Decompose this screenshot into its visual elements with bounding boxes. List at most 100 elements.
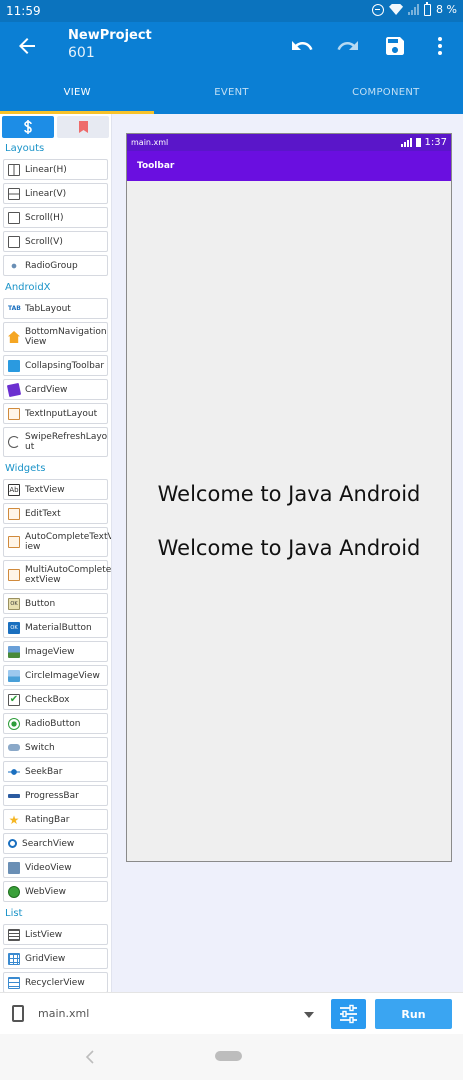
section-widgets: Widgets bbox=[5, 463, 46, 474]
preview-signal-icon bbox=[400, 138, 412, 147]
palette-item-autocompletetextview[interactable]: AutoCompleteTextV iew bbox=[3, 527, 111, 557]
layout-preview[interactable]: main.xml 1:37 Toolbar Welcome to Java An… bbox=[126, 133, 452, 862]
globe-icon bbox=[8, 885, 20, 898]
linear-horizontal-icon bbox=[8, 163, 20, 176]
palette-item-searchview[interactable]: SearchView bbox=[3, 833, 108, 854]
palette-item-swiperefreshlayout[interactable]: SwipeRefreshLayo ut bbox=[3, 427, 108, 457]
refresh-icon bbox=[8, 436, 20, 448]
editor-tabs: VIEW EVENT COMPONENT bbox=[0, 70, 463, 114]
dollar-icon bbox=[24, 120, 32, 134]
run-button[interactable]: Run bbox=[375, 999, 452, 1029]
palette-item-checkbox[interactable]: ✔ CheckBox bbox=[3, 689, 108, 710]
battery-percent: 8 % bbox=[436, 3, 457, 16]
system-nav-bar bbox=[0, 1034, 463, 1080]
palette-item-webview[interactable]: WebView bbox=[3, 881, 108, 902]
palette-item-tablayout[interactable]: TAB TabLayout bbox=[3, 298, 108, 319]
palette-item-circleimageview[interactable]: CircleImageView bbox=[3, 665, 108, 686]
dropdown-arrow-icon[interactable] bbox=[304, 1012, 314, 1018]
tab-layout-icon: TAB bbox=[8, 304, 21, 312]
preview-toolbar-title: Toolbar bbox=[137, 161, 175, 171]
battery-icon bbox=[424, 1, 432, 16]
project-id: 601 bbox=[68, 45, 95, 61]
more-options-icon[interactable] bbox=[428, 34, 452, 58]
palette-item-radiobutton[interactable]: RadioButton bbox=[3, 713, 108, 734]
palette-item-collapsingtoolbar[interactable]: CollapsingToolbar bbox=[3, 355, 108, 376]
preview-toolbar[interactable]: Toolbar bbox=[127, 151, 451, 181]
preview-textview-1[interactable]: Welcome to Java Android bbox=[127, 482, 451, 506]
tab-component[interactable]: COMPONENT bbox=[309, 70, 463, 114]
status-icons: 8 % bbox=[372, 1, 457, 16]
properties-button[interactable] bbox=[331, 999, 366, 1029]
section-androidx: AndroidX bbox=[5, 282, 51, 293]
file-selector[interactable]: main.xml bbox=[38, 1007, 89, 1020]
preview-clock: 1:37 bbox=[424, 137, 447, 148]
palette-tabs bbox=[0, 114, 111, 140]
material-button-icon: OK bbox=[8, 621, 20, 634]
app-bar: NewProject 601 bbox=[0, 22, 463, 70]
palette-item-cardview[interactable]: CardView bbox=[3, 379, 108, 400]
palette-item-videoview[interactable]: VideoView bbox=[3, 857, 108, 878]
palette-item-imageview[interactable]: ImageView bbox=[3, 641, 108, 662]
palette-item-progressbar[interactable]: ProgressBar bbox=[3, 785, 108, 806]
palette-item-seekbar[interactable]: SeekBar bbox=[3, 761, 108, 782]
palette-item-linear-h[interactable]: Linear(H) bbox=[3, 159, 108, 180]
undo-icon[interactable] bbox=[290, 34, 314, 58]
palette-item-listview[interactable]: ListView bbox=[3, 924, 108, 945]
list-icon bbox=[8, 928, 20, 941]
palette-item-button[interactable]: OK Button bbox=[3, 593, 108, 614]
redo-icon[interactable] bbox=[336, 34, 360, 58]
card-icon bbox=[6, 382, 22, 397]
palette-item-materialbutton[interactable]: OK MaterialButton bbox=[3, 617, 108, 638]
status-bar: 11:59 8 % bbox=[0, 0, 463, 22]
circle-image-icon bbox=[8, 669, 20, 682]
palette-tab-bookmarks[interactable] bbox=[57, 116, 109, 138]
radio-group-icon bbox=[8, 259, 20, 272]
palette-item-multiautocompletetextview[interactable]: MultiAutoCompleteT extView bbox=[3, 560, 111, 590]
radio-button-icon bbox=[8, 717, 20, 730]
project-name: NewProject bbox=[68, 28, 152, 43]
palette-item-textinputlayout[interactable]: TextInputLayout bbox=[3, 403, 108, 424]
palette-item-textview[interactable]: Ab TextView bbox=[3, 479, 108, 500]
star-icon: ★ bbox=[8, 812, 20, 827]
sliders-icon bbox=[340, 1004, 357, 1024]
preview-battery-icon bbox=[415, 138, 421, 147]
palette-item-radiogroup[interactable]: RadioGroup bbox=[3, 255, 108, 276]
palette-item-ratingbar[interactable]: ★ RatingBar bbox=[3, 809, 108, 830]
widget-palette: Layouts Linear(H) Linear(V) Scroll(H) Sc… bbox=[0, 114, 112, 992]
back-arrow-icon[interactable] bbox=[15, 34, 39, 58]
wifi-icon bbox=[389, 4, 404, 15]
tab-view[interactable]: VIEW bbox=[0, 70, 155, 114]
nav-home-pill[interactable] bbox=[215, 1051, 242, 1061]
video-icon bbox=[8, 861, 20, 874]
palette-item-bottomnavigation[interactable]: BottomNavigation View bbox=[3, 322, 108, 352]
home-icon bbox=[8, 331, 20, 343]
palette-item-gridview[interactable]: GridView bbox=[3, 948, 108, 969]
nav-back-icon[interactable] bbox=[85, 1050, 95, 1064]
tab-event[interactable]: EVENT bbox=[154, 70, 308, 114]
toolbar-icon bbox=[8, 359, 20, 372]
palette-item-recyclerview[interactable]: RecyclerView bbox=[3, 972, 108, 992]
palette-item-scroll-h[interactable]: Scroll(H) bbox=[3, 207, 108, 228]
do-not-disturb-icon bbox=[372, 3, 385, 16]
preview-textview-2[interactable]: Welcome to Java Android bbox=[127, 536, 451, 560]
section-list: List bbox=[5, 908, 23, 919]
save-icon[interactable] bbox=[383, 34, 407, 58]
palette-tab-widgets[interactable] bbox=[2, 116, 54, 138]
seekbar-icon bbox=[8, 768, 20, 775]
scroll-vertical-icon bbox=[8, 235, 20, 248]
palette-item-scroll-v[interactable]: Scroll(V) bbox=[3, 231, 108, 252]
search-icon bbox=[8, 839, 17, 848]
preview-status-bar: main.xml 1:37 bbox=[127, 134, 451, 151]
multi-autocomplete-icon bbox=[8, 569, 20, 581]
section-layouts: Layouts bbox=[5, 143, 45, 154]
preview-file-label: main.xml bbox=[131, 138, 169, 147]
linear-vertical-icon bbox=[8, 187, 20, 200]
palette-item-edittext[interactable]: EditText bbox=[3, 503, 108, 524]
scroll-horizontal-icon bbox=[8, 211, 20, 224]
edittext-icon bbox=[8, 507, 20, 520]
palette-item-switch[interactable]: Switch bbox=[3, 737, 108, 758]
palette-item-linear-v[interactable]: Linear(V) bbox=[3, 183, 108, 204]
project-titles: NewProject 601 bbox=[68, 28, 152, 61]
autocomplete-icon bbox=[8, 536, 20, 548]
file-icon bbox=[12, 1005, 24, 1022]
